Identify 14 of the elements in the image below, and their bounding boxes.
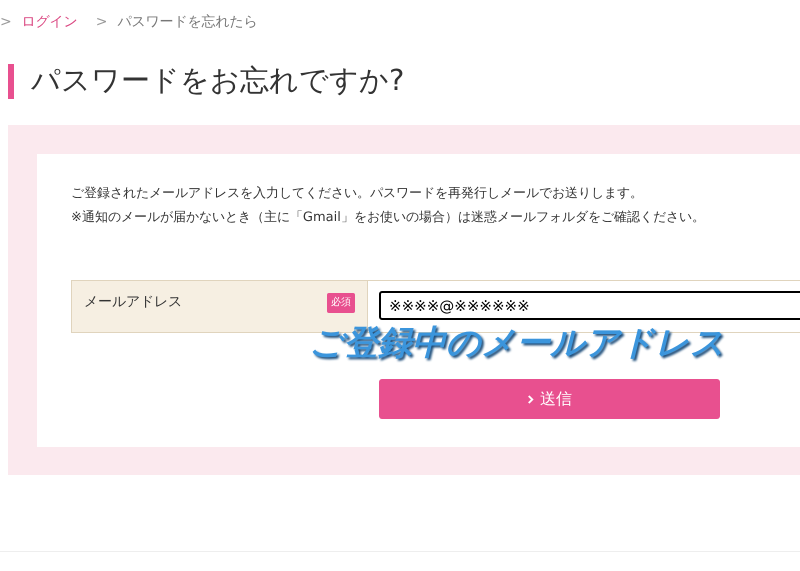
field-label: メールアドレス: [84, 293, 182, 311]
title-accent-bar: [8, 64, 14, 98]
instruction-text: ご登録されたメールアドレスを入力してください。パスワードを再発行しメールでお送りします。: [71, 185, 644, 203]
breadcrumb-link[interactable]: ログイン: [22, 13, 78, 31]
submit-button[interactable]: 送信: [379, 379, 720, 419]
instruction-text: ※通知のメールが届かないとき（主に「Gmail」をお使いの場合）は迷惑メールフォルダをご確認ください。: [71, 209, 706, 227]
breadcrumb-current: パスワードを忘れたら: [117, 13, 258, 31]
breadcrumb-separator: >: [96, 14, 108, 30]
chevron-icon: [527, 394, 534, 404]
page-title: パスワードをお忘れですか?: [31, 62, 404, 99]
email-field[interactable]: ※※※※@※※※※※※: [379, 291, 800, 320]
required-badge: 必須: [327, 293, 355, 313]
breadcrumb-separator: >: [0, 14, 12, 30]
annotation-text: ご登録中のメールアドレス: [309, 322, 725, 365]
